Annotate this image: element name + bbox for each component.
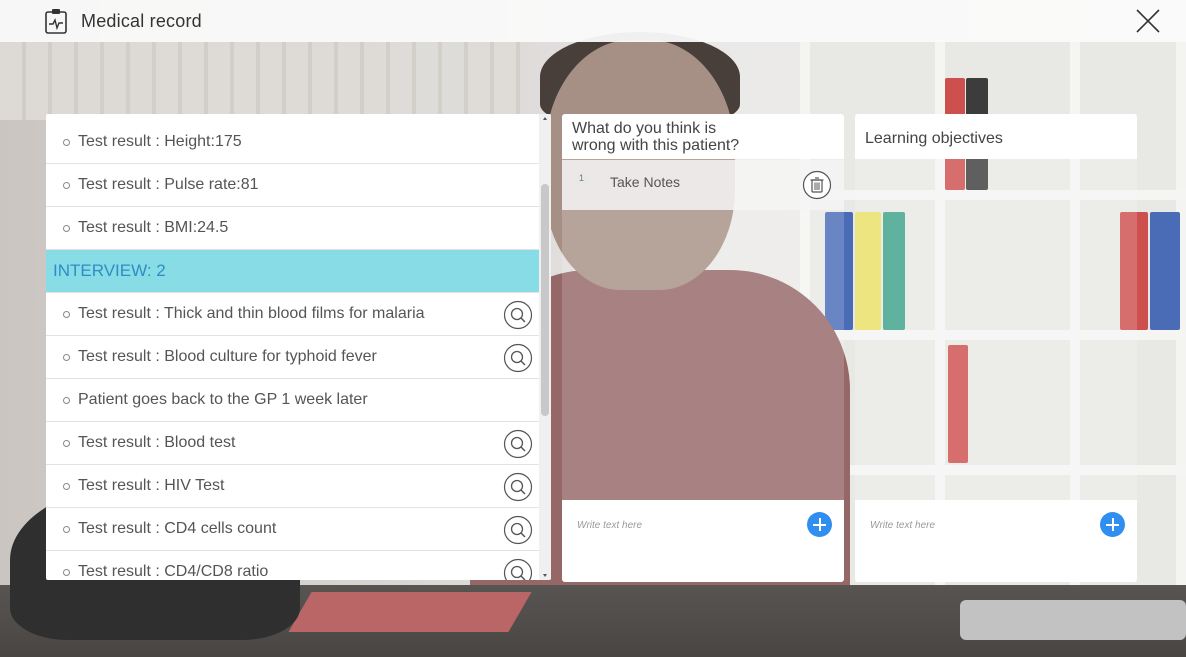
medical-record-list: Test result : Height:175 Test result : Pu… [46,114,551,580]
scroll-thumb[interactable] [541,184,549,416]
list-scrollbar[interactable] [539,114,551,580]
note-item[interactable]: 1 Take Notes [562,160,844,210]
list-item-label: Test result : CD4/CD8 ratio [78,563,269,580]
diagnosis-notes-panel: What do you think is wrong with this pat… [562,114,844,582]
note-text: Take Notes [610,174,681,190]
list-item-label: Test result : Blood culture for typhoid … [78,348,377,365]
list-items-container: Test result : Height:175 Test result : Pu… [46,114,539,580]
diagnosis-input-area: Write text here [562,500,844,582]
bullet-icon [63,526,70,533]
magnifier-icon[interactable] [503,472,533,502]
list-item[interactable]: Test result : Blood test [46,422,539,465]
magnifier-icon[interactable] [503,343,533,373]
objectives-text-input[interactable]: Write text here [870,520,935,531]
page-title: Medical record [81,11,202,31]
list-item[interactable]: Test result : Height:175 [46,121,539,164]
close-icon[interactable] [1133,6,1163,36]
bullet-icon [63,225,70,232]
objectives-panel-title: Learning objectives [855,114,1137,159]
bullet-icon [63,440,70,447]
list-item[interactable]: Test result : CD4/CD8 ratio [46,551,539,580]
magnifier-icon[interactable] [503,558,533,580]
list-item-label: Test result : Height:175 [78,133,242,150]
bullet-icon [63,354,70,361]
list-item-label: Test result : Thick and thin blood films… [78,305,425,322]
objectives-input-area: Write text here [855,500,1137,582]
clipboard-heartbeat-icon [45,9,67,34]
magnifier-icon[interactable] [503,515,533,545]
list-item-label: Test result : Blood test [78,434,236,451]
list-item[interactable]: Test result : Thick and thin blood films… [46,293,539,336]
list-item-label: Test result : CD4 cells count [78,520,277,537]
list-item[interactable]: Test result : BMI:24.5 [46,207,539,250]
list-item[interactable]: Test result : HIV Test [46,465,539,508]
diagnosis-title-line2: wrong with this patient? [572,137,740,154]
note-number-badge: 1 [574,171,589,186]
bullet-icon [63,311,70,318]
magnifier-icon[interactable] [503,300,533,330]
list-item-label: Patient goes back to the GP 1 week later [78,391,368,408]
list-item-label: Test result : BMI:24.5 [78,219,229,236]
list-item[interactable]: Test result : Blood culture for typhoid … [46,336,539,379]
bullet-icon [63,139,70,146]
section-header: INTERVIEW: 2 [46,250,539,293]
header-bar: Medical record [0,0,1186,42]
list-item[interactable]: Patient goes back to the GP 1 week later [46,379,539,422]
learning-objectives-panel: Learning objectives Write text here [855,114,1137,582]
magnifier-icon[interactable] [503,429,533,459]
trash-icon[interactable] [802,170,832,200]
list-item-label: Test result : Pulse rate:81 [78,176,259,193]
scroll-down-arrow-icon[interactable] [543,574,547,577]
diagnosis-title-line1: What do you think is [572,120,717,137]
bullet-icon [63,483,70,490]
list-item[interactable]: Test result : Pulse rate:81 [46,164,539,207]
diagnosis-text-input[interactable]: Write text here [577,520,642,531]
list-item[interactable]: Test result : CD4 cells count [46,508,539,551]
bullet-icon [63,397,70,404]
scroll-up-arrow-icon[interactable] [543,117,547,120]
bullet-icon [63,569,70,576]
add-note-button[interactable] [807,512,832,537]
add-objective-button[interactable] [1100,512,1125,537]
bullet-icon [63,182,70,189]
list-item-label: Test result : HIV Test [78,477,225,494]
section-label: INTERVIEW: 2 [53,261,166,280]
diagnosis-panel-title: What do you think is wrong with this pat… [562,114,844,159]
